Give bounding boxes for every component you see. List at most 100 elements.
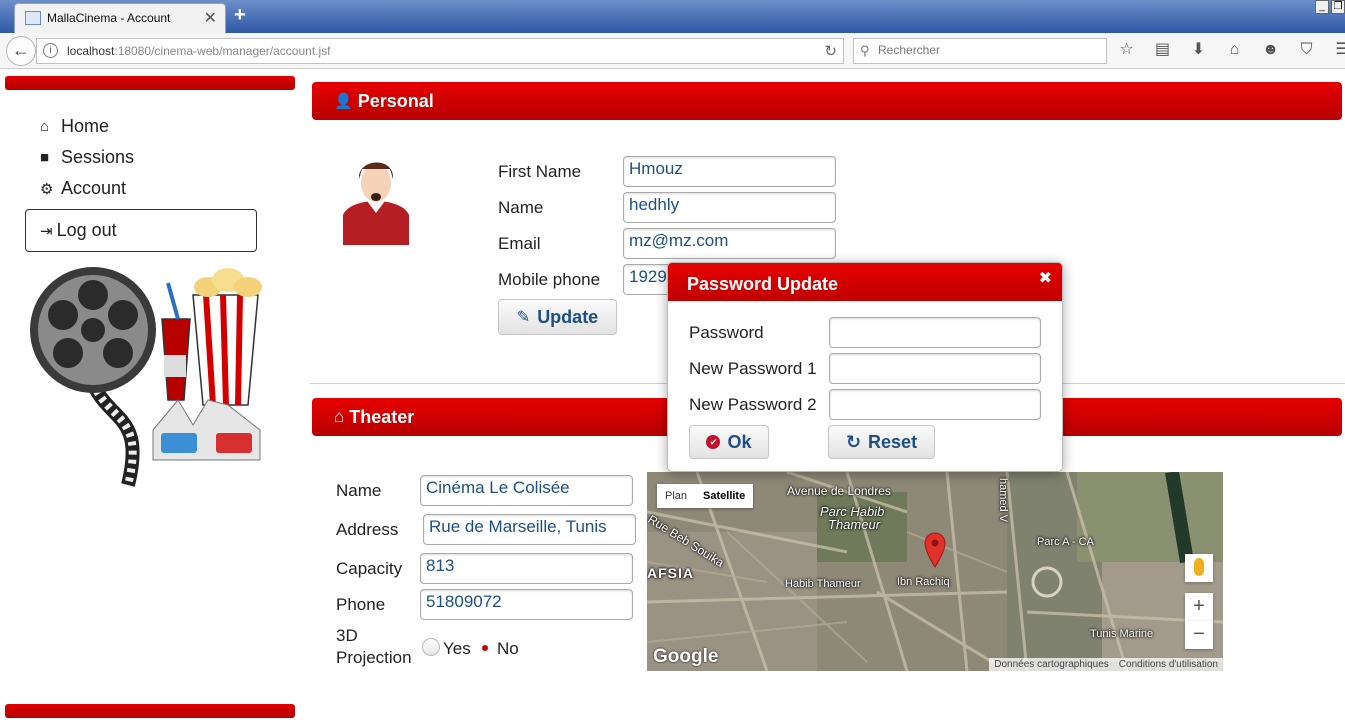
gear-icon: ⚙ — [40, 180, 54, 198]
new-password-1-field[interactable] — [829, 353, 1041, 384]
password-field[interactable] — [829, 317, 1041, 348]
info-icon[interactable]: i — [43, 43, 58, 58]
projection-label-line1: 3D — [336, 626, 358, 645]
reset-button[interactable]: ↻ Reset — [828, 425, 935, 459]
map-footer: Données cartographiques Conditions d'uti… — [989, 658, 1223, 671]
email-label: Email — [498, 234, 541, 253]
no-label: No — [497, 639, 519, 658]
map-label-habib-thameur: Habib Thameur — [785, 578, 861, 590]
map-type-plan[interactable]: Plan — [657, 484, 695, 508]
sidebar-item-label: Home — [61, 116, 110, 136]
radio-selected-dot — [482, 645, 488, 651]
page-favicon-icon — [25, 11, 41, 25]
logout-button[interactable]: ⇥ Log out — [25, 209, 257, 252]
password-label: Password — [689, 323, 764, 342]
search-bar[interactable]: ⚲ — [853, 38, 1107, 64]
url-text[interactable]: localhost:18080/cinema-web/manager/accou… — [67, 44, 331, 58]
home-icon[interactable]: ⌂ — [1225, 40, 1244, 59]
google-logo: Google — [653, 646, 719, 667]
logout-label: Log out — [56, 220, 117, 240]
first-name-field[interactable]: Hmouz — [623, 156, 836, 187]
video-camera-icon: ■ — [40, 149, 50, 166]
toolbar-icons: ☆ ▤ ⬇ ⌂ ☻ ⛉ ☰ — [1117, 40, 1345, 59]
map-label-parc-a: Parc A - CA — [1037, 536, 1094, 548]
map-label-thameur: Thameur — [828, 517, 881, 532]
cinema-logo-image — [30, 267, 262, 487]
map-terms-link[interactable]: Conditions d'utilisation — [1119, 659, 1218, 670]
ok-button[interactable]: ✔ Ok — [689, 425, 769, 459]
home-icon: ⌂ — [334, 407, 345, 426]
tab-title: MallaCinema - Account — [47, 11, 171, 25]
phone-field[interactable]: 51809072 — [420, 589, 633, 620]
tab-close-icon[interactable]: ✕ — [204, 8, 217, 28]
dialog-title: Password Update — [687, 274, 839, 294]
sidebar-item-label: Sessions — [61, 147, 135, 167]
theater-map[interactable]: Plan Satellite Avenue de Londres Parc Ha… — [647, 472, 1223, 671]
map-label-avenue-londres: Avenue de Londres — [787, 484, 891, 498]
url-path: :18080/cinema-web/manager/account.jsf — [114, 44, 331, 58]
download-icon[interactable]: ⬇ — [1189, 40, 1208, 59]
address-bar[interactable]: i localhost:18080/cinema-web/manager/acc… — [36, 38, 844, 64]
map-label-tunis-marine: Tunis Marine — [1090, 628, 1154, 640]
panel-title: Theater — [349, 406, 415, 427]
panel-title: Personal — [357, 90, 434, 111]
map-data-link[interactable]: Données cartographiques — [994, 659, 1109, 670]
restore-icon[interactable]: ❐ — [1331, 0, 1345, 14]
home-icon: ⌂ — [40, 118, 50, 135]
map-label-mohamed-v: hamed V — [997, 478, 1009, 523]
browser-navbar: ← i localhost:18080/cinema-web/manager/a… — [0, 33, 1345, 69]
theater-name-field[interactable]: Cinéma Le Colisée — [420, 475, 633, 506]
reset-label: Reset — [868, 431, 918, 452]
update-button[interactable]: ✎ Update — [498, 299, 617, 335]
window-controls: _ ❐ — [1315, 0, 1345, 14]
menu-icon[interactable]: ☰ — [1333, 40, 1345, 59]
new-tab-icon[interactable]: + — [234, 4, 246, 27]
address-field[interactable]: Rue de Marseille, Tunis — [423, 514, 636, 545]
projection-yes-radio[interactable] — [422, 638, 440, 656]
sign-out-icon: ⇥ — [40, 222, 53, 240]
personal-panel-header: 👤 Personal — [312, 82, 1342, 120]
bookmark-star-icon[interactable]: ☆ — [1117, 40, 1136, 59]
pocket-icon[interactable]: ⛉ — [1297, 40, 1316, 59]
map-label-ibn-rachiq: Ibn Rachiq — [897, 576, 950, 588]
zoom-out-icon[interactable]: − — [1185, 621, 1213, 649]
reload-icon[interactable]: ↻ — [824, 42, 837, 60]
map-type-satellite[interactable]: Satellite — [695, 484, 753, 508]
sidebar-item-account[interactable]: ⚙ Account — [40, 178, 126, 199]
edit-icon: ✎ — [516, 309, 531, 326]
search-icon: ⚲ — [860, 43, 870, 58]
new-password-2-field[interactable] — [829, 389, 1041, 420]
sidebar-bottom-bar — [5, 704, 295, 718]
capacity-label: Capacity — [336, 559, 403, 578]
new-password-1-label: New Password 1 — [689, 359, 817, 378]
browser-tab[interactable]: MallaCinema - Account ✕ — [14, 3, 226, 33]
street-view-pegman-icon[interactable] — [1185, 554, 1213, 582]
sidebar-item-sessions[interactable]: ■ Sessions — [40, 147, 134, 168]
email-field[interactable]: mz@mz.com — [623, 228, 836, 259]
capacity-field[interactable]: 813 — [420, 553, 633, 584]
minimize-icon[interactable]: _ — [1315, 0, 1329, 14]
search-input[interactable] — [878, 43, 1098, 57]
dialog-close-icon[interactable]: ✖ — [1039, 268, 1052, 288]
map-type-control: Plan Satellite — [657, 484, 754, 508]
ok-label: Ok — [727, 431, 752, 452]
first-name-label: First Name — [498, 162, 582, 181]
projection-no-radio[interactable] — [478, 641, 491, 654]
name-field[interactable]: hedhly — [623, 192, 836, 223]
sidebar-item-home[interactable]: ⌂ Home — [40, 116, 109, 137]
reading-list-icon[interactable]: ▤ — [1153, 40, 1172, 59]
update-label: Update — [537, 306, 599, 327]
zoom-in-icon[interactable]: + — [1185, 593, 1213, 621]
sidebar-top-bar — [5, 76, 295, 90]
browser-titlebar: MallaCinema - Account ✕ + _ ❐ — [0, 0, 1345, 33]
theater-name-label: Name — [336, 481, 382, 500]
url-host: localhost — [67, 44, 115, 58]
map-marker-icon[interactable] — [924, 532, 946, 568]
user-icon: 👤 — [334, 93, 353, 110]
new-password-2-label: New Password 2 — [689, 395, 817, 414]
sidebar-item-label: Account — [61, 178, 127, 198]
yes-label: Yes — [443, 639, 471, 658]
password-update-dialog: Password Update ✖ Password New Password … — [667, 262, 1063, 472]
chat-icon[interactable]: ☻ — [1261, 40, 1280, 59]
back-arrow-icon[interactable]: ← — [6, 36, 36, 66]
